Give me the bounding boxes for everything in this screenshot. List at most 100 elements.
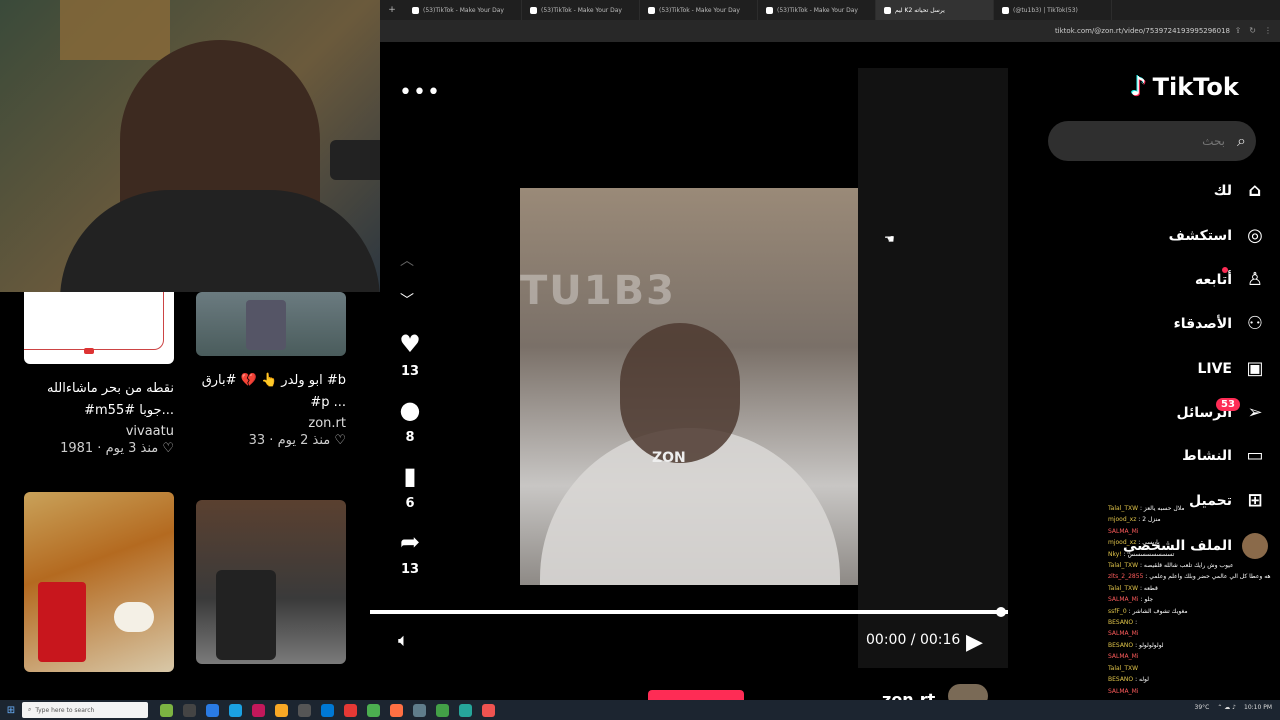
bookmark-icon[interactable]: ▮ <box>392 462 428 492</box>
chevron-up-icon[interactable]: ︿ <box>400 250 414 270</box>
video-thumbnail[interactable] <box>24 492 174 672</box>
edge-icon[interactable] <box>229 703 242 717</box>
play-icon[interactable]: ▶ <box>966 630 983 655</box>
video-caption[interactable]: ابو ولدر 👆 💔 #بارق #b #p ... <box>196 370 346 414</box>
friends-icon: ⚇ <box>1246 313 1264 334</box>
save-button[interactable]: ▮ 6 <box>392 462 428 511</box>
youtube-icon[interactable] <box>344 703 357 717</box>
heart-outline-icon: ♡ <box>162 441 174 456</box>
chat-username: ssfF_0 <box>1108 607 1129 615</box>
weather-text[interactable]: 39°C <box>1195 704 1210 711</box>
volume-icon[interactable]: 🔈︎ <box>398 630 409 651</box>
video-meta: منذ 2 يوم · 33 ♡ <box>248 433 346 448</box>
tiktok-logo[interactable]: ♪ TikTok <box>1130 72 1239 102</box>
clock-text[interactable]: 10:10 PM <box>1244 704 1272 711</box>
video-card[interactable]: نقطه من بحر ماشاءالله #m55# جوبا... vivaa… <box>24 292 174 456</box>
store-icon[interactable] <box>298 703 311 717</box>
share-icon[interactable]: ⇪ <box>1235 26 1242 35</box>
browser-tab[interactable]: (53)TikTok - Make Your Day <box>404 0 522 20</box>
video-card[interactable] <box>196 500 346 664</box>
new-tab-button[interactable]: + <box>380 5 404 15</box>
file-explorer-icon[interactable] <box>275 703 288 717</box>
chat-message: SALMA_Mi <box>1108 628 1280 639</box>
notification-dot <box>1222 267 1228 273</box>
url-text[interactable]: tiktok.com/@zon.rt/video/753972419399529… <box>1055 27 1230 35</box>
live-icon: ▣ <box>1246 358 1264 379</box>
chat-message: Nky! : تسسسسسسسس <box>1108 549 1280 560</box>
chat-username: SALMA_Mi <box>1108 653 1139 661</box>
video-caption[interactable]: نقطه من بحر ماشاءالله #m55# جوبا... <box>24 378 174 422</box>
chat-username: mjood_xz <box>1108 516 1139 524</box>
heart-icon[interactable]: ♥ <box>392 330 428 360</box>
nav-explore[interactable]: استكشف ◎ <box>1169 225 1268 246</box>
chat-text: : هه وعطا كل الي عالمي حضر وبلك واعلم وع… <box>1145 573 1271 581</box>
comment-icon[interactable]: ● <box>392 396 428 426</box>
task-view-icon[interactable] <box>183 703 196 717</box>
video-progress-bar[interactable] <box>370 610 1008 614</box>
address-bar[interactable]: tiktok.com/@zon.rt/video/753972419399529… <box>380 20 1280 42</box>
mail-icon[interactable] <box>321 703 334 717</box>
video-card[interactable] <box>24 492 174 672</box>
browser-tab-active[interactable]: ليم K2 يرسل تحياته <box>876 0 994 20</box>
share-arrow-icon[interactable]: ➦ <box>392 528 428 558</box>
app-icon[interactable] <box>390 703 403 717</box>
video-author[interactable]: vivaatu <box>24 424 174 439</box>
browser-tab[interactable]: (53)TikTok - Make Your Day <box>758 0 876 20</box>
save-count: 6 <box>405 496 415 511</box>
taskbar-search[interactable]: ⌕ Type here to search <box>22 702 148 718</box>
video-thumbnail[interactable] <box>196 500 346 664</box>
windows-start-icon[interactable]: ⊞ <box>0 700 22 720</box>
chat-message: Talal_TXW : ملال حسبه يالعز <box>1108 503 1280 514</box>
progress-knob[interactable] <box>996 607 1006 617</box>
stream-chat-overlay: Talal_TXW : ملال حسبه يالعز mjood_xz : 2 … <box>1108 503 1280 718</box>
chrome-icon[interactable] <box>367 703 380 717</box>
tray-icons[interactable]: ⌃ ☁ ♪ <box>1217 704 1236 711</box>
menu-icon[interactable]: ⋮ <box>1264 26 1272 35</box>
nav-activity[interactable]: النشاط ▭ <box>1182 445 1268 466</box>
chat-username: BESANO <box>1108 641 1136 649</box>
app-icon[interactable] <box>160 703 173 717</box>
xbox-icon[interactable] <box>436 703 449 717</box>
comment-count: 8 <box>405 430 415 445</box>
nav-friends[interactable]: الأصدقاء ⚇ <box>1174 313 1268 334</box>
search-icon[interactable]: ⌕ <box>1237 131 1246 151</box>
chevron-down-icon[interactable]: ﹀ <box>400 290 414 310</box>
chat-text: : ملال حسبه يالعز <box>1139 505 1185 512</box>
nav-following[interactable]: أتابعه ♙ <box>1195 269 1268 290</box>
video-frame[interactable]: TU1B3 ZON <box>520 188 858 585</box>
windows-taskbar: ⊞ ⌕ Type here to search 39°C ⌃ ☁ ♪ 10:10 … <box>0 700 1280 720</box>
video-thumbnail[interactable] <box>196 292 346 356</box>
more-options-icon[interactable]: ••• <box>399 80 441 105</box>
app-icon[interactable] <box>206 703 219 717</box>
chat-message: SALMA_Mi : جلو <box>1108 594 1280 605</box>
video-card[interactable]: ابو ولدر 👆 💔 #بارق #b #p ... zon.rt منذ 2… <box>196 292 346 448</box>
nav-for-you[interactable]: لك ⌂ <box>1214 180 1268 201</box>
chat-username: Talal_TXW <box>1108 505 1140 512</box>
search-input[interactable] <box>1075 134 1226 148</box>
following-icon: ♙ <box>1246 269 1264 290</box>
video-thumbnail[interactable] <box>24 292 174 364</box>
comment-button[interactable]: ● 8 <box>392 396 428 445</box>
video-grid: نقطه من بحر ماشاءالله #m55# جوبا... vivaa… <box>0 292 370 704</box>
reload-icon[interactable]: ↻ <box>1249 26 1256 35</box>
browser-tab[interactable]: (53)TikTok - Make Your Day <box>522 0 640 20</box>
share-button[interactable]: ➦ 13 <box>392 528 428 577</box>
chat-message: BESANO : لولولولولو <box>1108 640 1280 651</box>
app-icon[interactable] <box>482 703 495 717</box>
app-icon[interactable] <box>459 703 472 717</box>
chat-username: SALMA_Mi <box>1108 630 1139 638</box>
chat-username: mjood_xz <box>1108 539 1139 547</box>
video-author[interactable]: zon.rt <box>196 416 346 431</box>
mouse-cursor-icon: ☚ <box>884 232 895 246</box>
tiktok-favicon-icon <box>766 6 773 14</box>
chat-message: SALMA_Mi <box>1108 651 1280 662</box>
browser-tab[interactable]: (@tu1b3) | TikTok(53) <box>994 0 1112 20</box>
browser-tab-bar: + (53)TikTok - Make Your Day (53)TikTok … <box>380 0 1280 20</box>
like-button[interactable]: ♥ 13 <box>392 330 428 379</box>
search-bar[interactable]: ⌕ <box>1048 121 1256 161</box>
app-icon[interactable] <box>252 703 265 717</box>
app-icon[interactable] <box>413 703 426 717</box>
nav-live[interactable]: LIVE ▣ <box>1197 358 1268 379</box>
chat-username: SALMA_Mi <box>1108 687 1139 695</box>
browser-tab[interactable]: (53)TikTok - Make Your Day <box>640 0 758 20</box>
